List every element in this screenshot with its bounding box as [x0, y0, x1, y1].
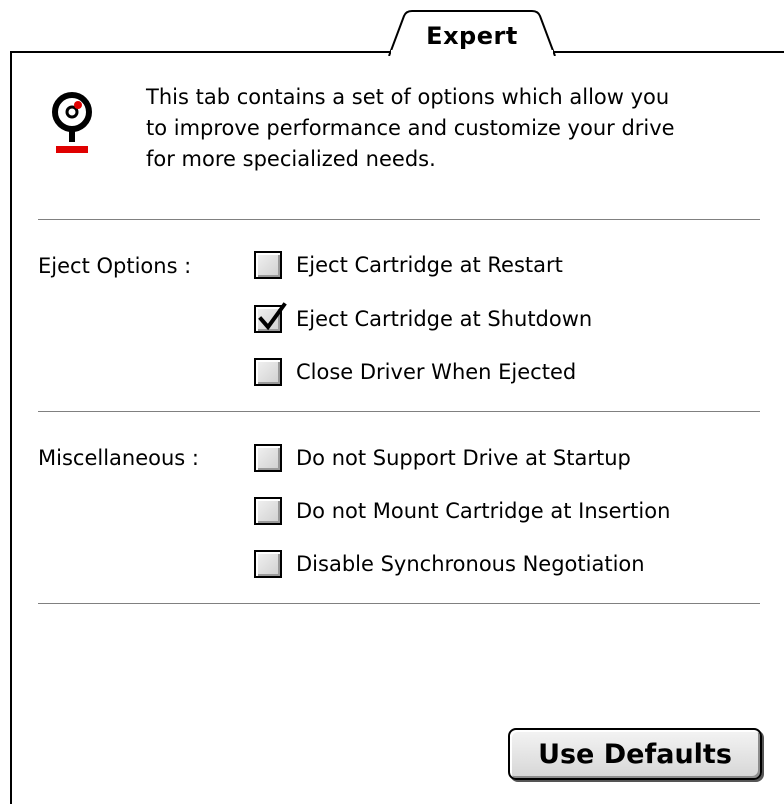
no-support-drive-at-startup-checkbox[interactable]: [254, 444, 282, 472]
no-mount-cartridge-at-insertion-option[interactable]: Do not Mount Cartridge at Insertion: [254, 496, 670, 526]
checkbox-label: Do not Support Drive at Startup: [296, 446, 631, 470]
intro-line: to improve performance and customize you…: [146, 116, 675, 140]
checkbox-label: Eject Cartridge at Shutdown: [296, 307, 593, 331]
miscellaneous-label: Miscellaneous :: [38, 446, 199, 470]
drive-icon: [50, 90, 94, 158]
close-driver-when-ejected-option[interactable]: Close Driver When Ejected: [254, 357, 576, 387]
no-support-drive-at-startup-option[interactable]: Do not Support Drive at Startup: [254, 443, 631, 473]
divider: [38, 219, 760, 221]
intro-line: This tab contains a set of options which…: [146, 85, 670, 109]
no-mount-cartridge-at-insertion-checkbox[interactable]: [254, 497, 282, 525]
checkbox-label: Eject Cartridge at Restart: [296, 253, 563, 277]
intro-line: for more specialized needs.: [146, 147, 436, 171]
intro-description: This tab contains a set of options which…: [146, 82, 776, 175]
checkbox-label: Disable Synchronous Negotiation: [296, 552, 645, 576]
tab-expert[interactable]: Expert: [388, 10, 556, 56]
disable-synchronous-negotiation-option[interactable]: Disable Synchronous Negotiation: [254, 549, 645, 579]
eject-options-label: Eject Options :: [38, 254, 192, 278]
checkbox-label: Do not Mount Cartridge at Insertion: [296, 499, 671, 523]
checkmark-icon: [258, 302, 287, 331]
eject-at-shutdown-option[interactable]: Eject Cartridge at Shutdown: [254, 302, 593, 334]
divider: [38, 603, 760, 605]
divider: [38, 411, 760, 413]
disable-synchronous-negotiation-checkbox[interactable]: [254, 550, 282, 578]
expert-tab-page: Expert This tab contains a set of option…: [0, 0, 784, 804]
close-driver-when-ejected-checkbox[interactable]: [254, 358, 282, 386]
eject-at-restart-option[interactable]: Eject Cartridge at Restart: [254, 250, 563, 280]
eject-at-restart-checkbox[interactable]: [254, 251, 282, 279]
eject-at-shutdown-checkbox[interactable]: [254, 302, 287, 333]
checkbox-label: Close Driver When Ejected: [296, 360, 577, 384]
tab-label: Expert: [426, 22, 518, 50]
use-defaults-button[interactable]: Use Defaults: [508, 728, 762, 780]
